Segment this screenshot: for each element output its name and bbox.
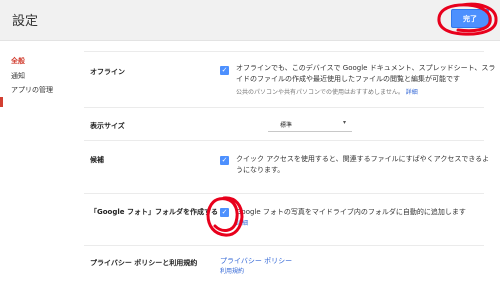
offline-description-line2: イドのファイルの作成や最近使用したファイルの閲覧と編集が可能です bbox=[236, 75, 460, 83]
display-size-value: 標準 bbox=[280, 122, 293, 129]
privacy-label: プライバシー ポリシーと利用規約 bbox=[90, 259, 198, 267]
offline-note-text: 公共のパソコンや共有パソコンでの使用はおすすめしません。 bbox=[236, 89, 404, 96]
offline-label: オフライン bbox=[90, 68, 125, 76]
google-photos-checkbox[interactable]: ✓ bbox=[220, 208, 229, 217]
check-mark-icon: ✓ bbox=[221, 208, 228, 216]
header-bar: 設定 完了 bbox=[0, 0, 500, 41]
divider bbox=[84, 245, 484, 246]
suggestions-description-line2: うになります。 bbox=[236, 166, 285, 174]
active-indicator bbox=[0, 97, 3, 107]
display-size-label: 表示サイズ bbox=[90, 122, 125, 130]
chevron-down-icon: ▾ bbox=[342, 119, 346, 126]
offline-note: 公共のパソコンや共有パソコンでの使用はおすすめしません。 詳細 bbox=[236, 87, 418, 96]
suggestions-label: 候補 bbox=[90, 156, 104, 164]
terms-link[interactable]: 利用規約 bbox=[220, 266, 244, 275]
done-button[interactable]: 完了 bbox=[451, 9, 489, 28]
google-photos-label: 「Google フォト」フォルダを作成する bbox=[90, 208, 218, 216]
check-mark-icon: ✓ bbox=[221, 66, 228, 74]
check-mark-icon: ✓ bbox=[221, 156, 228, 164]
suggestions-description-line1: クイック アクセスを使用すると、関連するファイルにすばやくアクセスできるよ bbox=[236, 155, 490, 163]
sidebar-item-notifications[interactable]: 通知 bbox=[11, 71, 25, 81]
divider bbox=[84, 193, 484, 194]
sidebar-item-manage-apps[interactable]: アプリの管理 bbox=[11, 85, 53, 95]
google-photos-description: Google フォトの写真をマイドライブ内のフォルダに自動的に追加します bbox=[236, 208, 466, 216]
google-photos-learn-more-link[interactable]: 詳細 bbox=[236, 218, 248, 227]
display-size-select[interactable]: 標準 ▾ bbox=[268, 116, 352, 132]
sidebar: 全般 通知 アプリの管理 bbox=[0, 41, 72, 283]
divider bbox=[84, 51, 484, 52]
page-title: 設定 bbox=[12, 14, 39, 29]
sidebar-item-general[interactable]: 全般 bbox=[11, 56, 25, 66]
offline-learn-more-link[interactable]: 詳細 bbox=[406, 89, 418, 96]
offline-checkbox[interactable]: ✓ bbox=[220, 66, 229, 75]
settings-content: オフライン ✓ オフラインでも、このデバイスで Google ドキュメント、スプ… bbox=[72, 41, 500, 283]
privacy-policy-link[interactable]: プライバシー ポリシー bbox=[220, 256, 292, 266]
divider bbox=[84, 107, 484, 108]
offline-description-line1: オフラインでも、このデバイスで Google ドキュメント、スプレッドシート、ス… bbox=[236, 64, 496, 72]
suggestions-checkbox[interactable]: ✓ bbox=[220, 156, 229, 165]
divider bbox=[84, 140, 484, 141]
